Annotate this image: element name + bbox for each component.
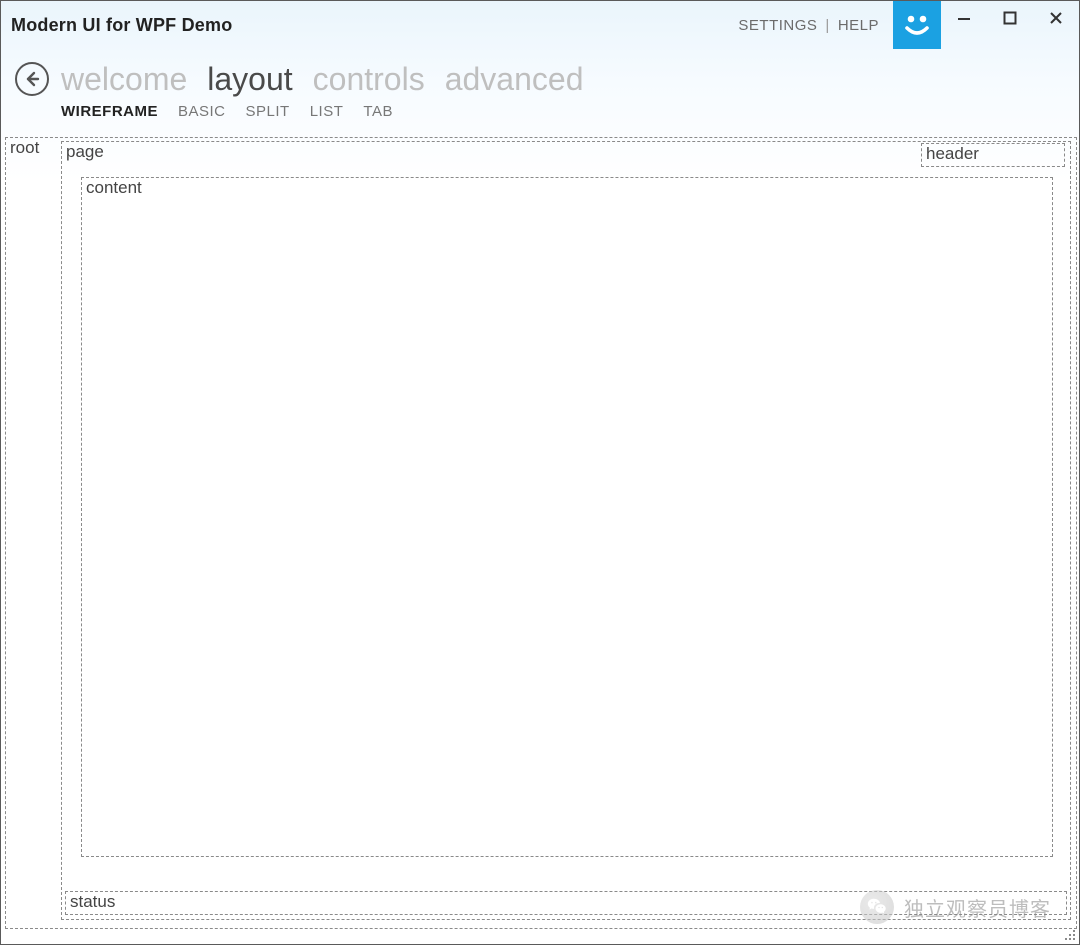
tab-controls[interactable]: controls: [313, 63, 425, 95]
wireframe-header: header: [921, 143, 1065, 167]
wireframe-content-label: content: [86, 178, 142, 198]
settings-link[interactable]: SETTINGS: [732, 15, 823, 36]
watermark-text: 独立观察员博客: [904, 893, 1051, 922]
wireframe-root-label: root: [10, 138, 39, 158]
minimize-button[interactable]: [941, 3, 987, 33]
title-separator: |: [823, 17, 831, 34]
maximize-icon: [1003, 11, 1017, 25]
subtab-list[interactable]: LIST: [310, 103, 344, 120]
wireframe-content: content: [81, 177, 1053, 857]
tab-layout[interactable]: layout: [207, 63, 292, 95]
app-title: Modern UI for WPF Demo: [11, 15, 232, 36]
resize-grip[interactable]: [1063, 928, 1077, 942]
smiley-icon[interactable]: [893, 1, 941, 49]
title-links: SETTINGS | HELP: [732, 15, 885, 36]
maximize-button[interactable]: [987, 3, 1033, 33]
minimize-icon: [957, 11, 971, 25]
titlebar-right: SETTINGS | HELP: [732, 1, 1079, 49]
arrow-left-icon: [23, 70, 41, 88]
wireframe-page-label: page: [66, 142, 104, 162]
wireframe-header-label: header: [926, 144, 979, 164]
subtab-tab[interactable]: TAB: [363, 103, 393, 120]
tab-welcome[interactable]: welcome: [61, 63, 187, 95]
tab-advanced[interactable]: advanced: [445, 63, 584, 95]
titlebar: Modern UI for WPF Demo SETTINGS | HELP: [1, 1, 1079, 49]
back-button[interactable]: [15, 62, 49, 96]
close-icon: [1049, 11, 1063, 25]
wechat-icon: [860, 890, 894, 924]
help-link[interactable]: HELP: [832, 15, 885, 36]
main-tabs: welcome layout controls advanced: [61, 63, 583, 95]
subtab-basic[interactable]: BASIC: [178, 103, 226, 120]
window-controls: [941, 1, 1079, 49]
sub-nav: WIREFRAME BASIC SPLIT LIST TAB: [61, 103, 393, 120]
watermark: 独立观察员博客: [860, 890, 1051, 924]
close-button[interactable]: [1033, 3, 1079, 33]
wireframe-area: root page header content status: [5, 137, 1077, 929]
subtab-split[interactable]: SPLIT: [246, 103, 290, 120]
subtab-wireframe[interactable]: WIREFRAME: [61, 103, 158, 120]
app-window: Modern UI for WPF Demo SETTINGS | HELP: [0, 0, 1080, 945]
wireframe-status-label: status: [70, 892, 115, 912]
main-nav: welcome layout controls advanced: [15, 57, 1079, 101]
